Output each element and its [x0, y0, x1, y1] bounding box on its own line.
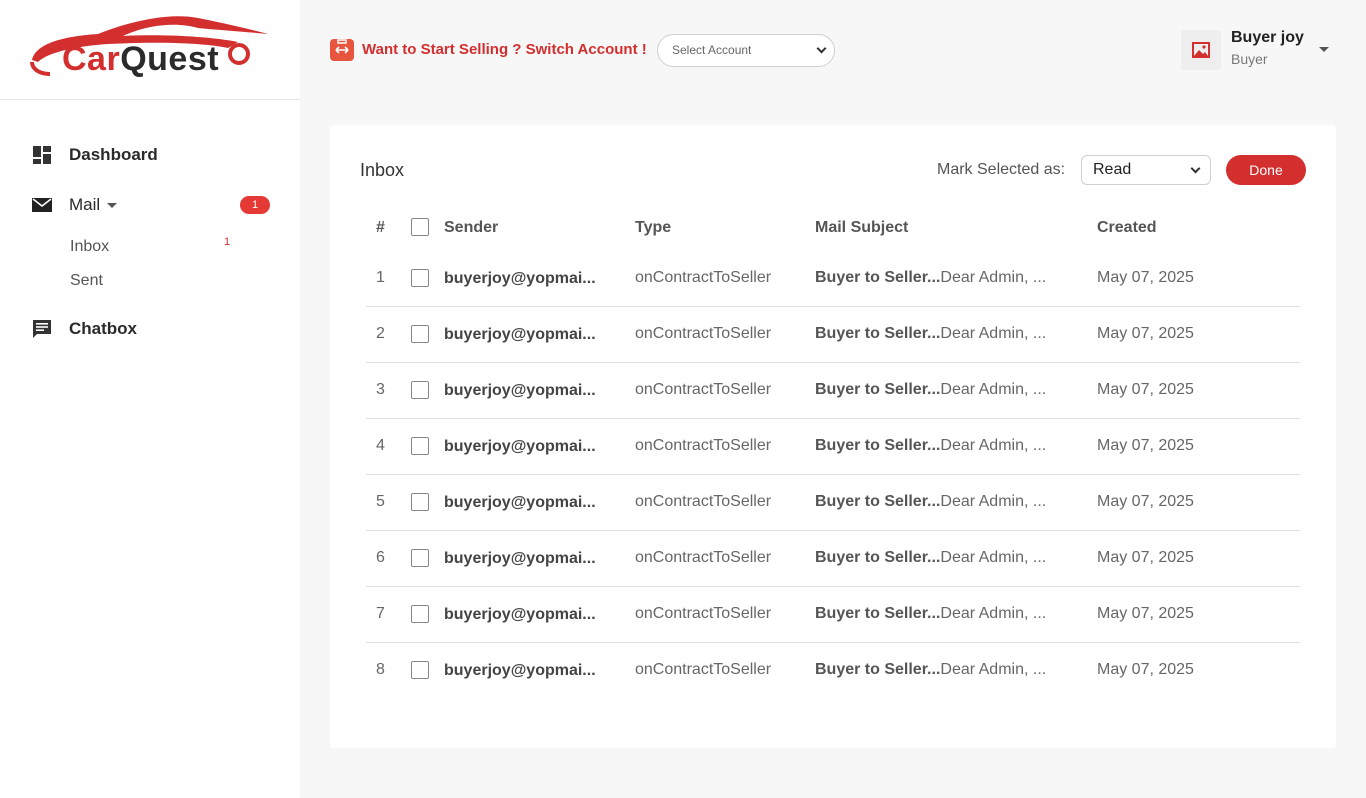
- row-subject[interactable]: Buyer to Seller...Dear Admin, ...: [815, 381, 1046, 399]
- row-number: 3: [376, 381, 385, 398]
- table-row[interactable]: 4 buyerjoy@yopmai... onContractToSeller Buy…: [366, 419, 1300, 475]
- row-sender: buyerjoy@yopmai...: [444, 606, 596, 623]
- row-subject[interactable]: Buyer to Seller...Dear Admin, ...: [815, 661, 1046, 679]
- mark-selected-label: Mark Selected as:: [937, 161, 1066, 178]
- mark-selected-value: Read: [1093, 161, 1132, 178]
- user-role: Buyer: [1231, 51, 1268, 67]
- chat-icon: [33, 320, 51, 338]
- row-number: 7: [376, 605, 385, 622]
- col-header-type: Type: [635, 219, 672, 236]
- row-checkbox[interactable]: [411, 381, 429, 399]
- row-subject[interactable]: Buyer to Seller...Dear Admin, ...: [815, 549, 1046, 567]
- row-checkbox[interactable]: [411, 493, 429, 511]
- row-sender: buyerjoy@yopmai...: [444, 438, 596, 455]
- sidebar-subitem-inbox[interactable]: Inbox 1: [0, 230, 300, 264]
- row-sender: buyerjoy@yopmai...: [444, 326, 596, 343]
- switch-account-link[interactable]: Want to Start Selling ? Switch Account !: [362, 41, 647, 58]
- chevron-down-icon: [816, 43, 827, 54]
- image-placeholder-icon: [1192, 42, 1210, 58]
- table-row[interactable]: 3 buyerjoy@yopmai... onContractToSeller Buy…: [366, 363, 1300, 419]
- row-created: May 07, 2025: [1097, 605, 1194, 622]
- select-account-dropdown[interactable]: Select Account: [657, 34, 835, 67]
- done-button[interactable]: Done: [1226, 155, 1306, 185]
- row-checkbox[interactable]: [411, 661, 429, 679]
- row-created: May 07, 2025: [1097, 269, 1194, 286]
- row-type: onContractToSeller: [635, 437, 772, 454]
- row-sender: buyerjoy@yopmai...: [444, 382, 596, 399]
- sidebar-item-label: Mail: [69, 195, 101, 214]
- logo[interactable]: CarQuest: [0, 0, 300, 100]
- row-number: 1: [376, 269, 385, 286]
- mail-icon: [32, 198, 52, 212]
- row-type: onContractToSeller: [635, 493, 772, 510]
- row-checkbox[interactable]: [411, 549, 429, 567]
- table-row[interactable]: 7 buyerjoy@yopmai... onContractToSeller Buy…: [366, 587, 1300, 643]
- row-number: 6: [376, 549, 385, 566]
- row-created: May 07, 2025: [1097, 549, 1194, 566]
- row-number: 8: [376, 661, 385, 678]
- row-checkbox[interactable]: [411, 325, 429, 343]
- row-type: onContractToSeller: [635, 325, 772, 342]
- row-type: onContractToSeller: [635, 549, 772, 566]
- sidebar-item-label: Chatbox: [69, 319, 137, 338]
- sidebar-subitem-label: Inbox: [70, 238, 110, 255]
- row-type: onContractToSeller: [635, 605, 772, 622]
- chevron-down-icon: [1190, 163, 1201, 174]
- row-subject[interactable]: Buyer to Seller...Dear Admin, ...: [815, 437, 1046, 455]
- row-checkbox[interactable]: [411, 269, 429, 287]
- avatar[interactable]: [1181, 30, 1221, 70]
- sidebar-item-label: Dashboard: [69, 145, 158, 164]
- select-account-value: Select Account: [672, 43, 752, 57]
- table-row[interactable]: 8 buyerjoy@yopmai... onContractToSeller Buy…: [366, 643, 1300, 699]
- row-number: 4: [376, 437, 385, 454]
- mail-count-badge: 1: [240, 196, 270, 214]
- sidebar-nav: Dashboard Mail 1 Inbox 1 Sent Chatbox: [0, 130, 300, 354]
- switch-account-icon[interactable]: [330, 39, 354, 61]
- sidebar: CarQuest Dashboard Mail 1 Inbox 1 Sent C…: [0, 0, 300, 798]
- chevron-down-icon: [107, 202, 118, 208]
- select-all-checkbox[interactable]: [411, 218, 429, 236]
- user-name[interactable]: Buyer joy: [1231, 29, 1304, 47]
- row-number: 5: [376, 493, 385, 510]
- row-subject[interactable]: Buyer to Seller...Dear Admin, ...: [815, 325, 1046, 343]
- sidebar-item-mail[interactable]: Mail 1: [0, 180, 300, 230]
- row-created: May 07, 2025: [1097, 325, 1194, 342]
- row-created: May 07, 2025: [1097, 661, 1194, 678]
- sidebar-item-dashboard[interactable]: Dashboard: [0, 130, 300, 180]
- row-subject[interactable]: Buyer to Seller...Dear Admin, ...: [815, 493, 1046, 511]
- row-type: onContractToSeller: [635, 269, 772, 286]
- row-sender: buyerjoy@yopmai...: [444, 662, 596, 679]
- sidebar-subitem-sent[interactable]: Sent: [0, 264, 300, 298]
- sidebar-item-chatbox[interactable]: Chatbox: [0, 304, 300, 354]
- row-subject[interactable]: Buyer to Seller...Dear Admin, ...: [815, 269, 1046, 287]
- inbox-card: Inbox Mark Selected as: Read Done # Send…: [330, 125, 1336, 748]
- row-subject[interactable]: Buyer to Seller...Dear Admin, ...: [815, 605, 1046, 623]
- row-type: onContractToSeller: [635, 661, 772, 678]
- table-row[interactable]: 5 buyerjoy@yopmai... onContractToSeller Buy…: [366, 475, 1300, 531]
- mark-selected-dropdown[interactable]: Read: [1081, 155, 1211, 185]
- brand-name: CarQuest: [62, 40, 220, 78]
- dashboard-icon: [33, 146, 51, 164]
- user-menu-caret-icon[interactable]: [1319, 47, 1329, 52]
- row-checkbox[interactable]: [411, 605, 429, 623]
- row-type: onContractToSeller: [635, 381, 772, 398]
- col-header-num: #: [376, 219, 385, 236]
- row-sender: buyerjoy@yopmai...: [444, 494, 596, 511]
- table-row[interactable]: 2 buyerjoy@yopmai... onContractToSeller Buy…: [366, 307, 1300, 363]
- sidebar-subitem-label: Sent: [70, 272, 103, 289]
- row-number: 2: [376, 325, 385, 342]
- col-header-created: Created: [1097, 219, 1157, 236]
- row-created: May 07, 2025: [1097, 493, 1194, 510]
- page-title: Inbox: [360, 160, 405, 180]
- row-sender: buyerjoy@yopmai...: [444, 270, 596, 287]
- col-header-sender: Sender: [444, 219, 499, 236]
- col-header-subject: Mail Subject: [815, 219, 909, 236]
- table-row[interactable]: 6 buyerjoy@yopmai... onContractToSeller Buy…: [366, 531, 1300, 587]
- row-created: May 07, 2025: [1097, 437, 1194, 454]
- row-created: May 07, 2025: [1097, 381, 1194, 398]
- row-sender: buyerjoy@yopmai...: [444, 550, 596, 567]
- inbox-count: 1: [224, 236, 231, 248]
- row-checkbox[interactable]: [411, 437, 429, 455]
- table-row[interactable]: 1 buyerjoy@yopmai... onContractToSeller Buy…: [366, 251, 1300, 307]
